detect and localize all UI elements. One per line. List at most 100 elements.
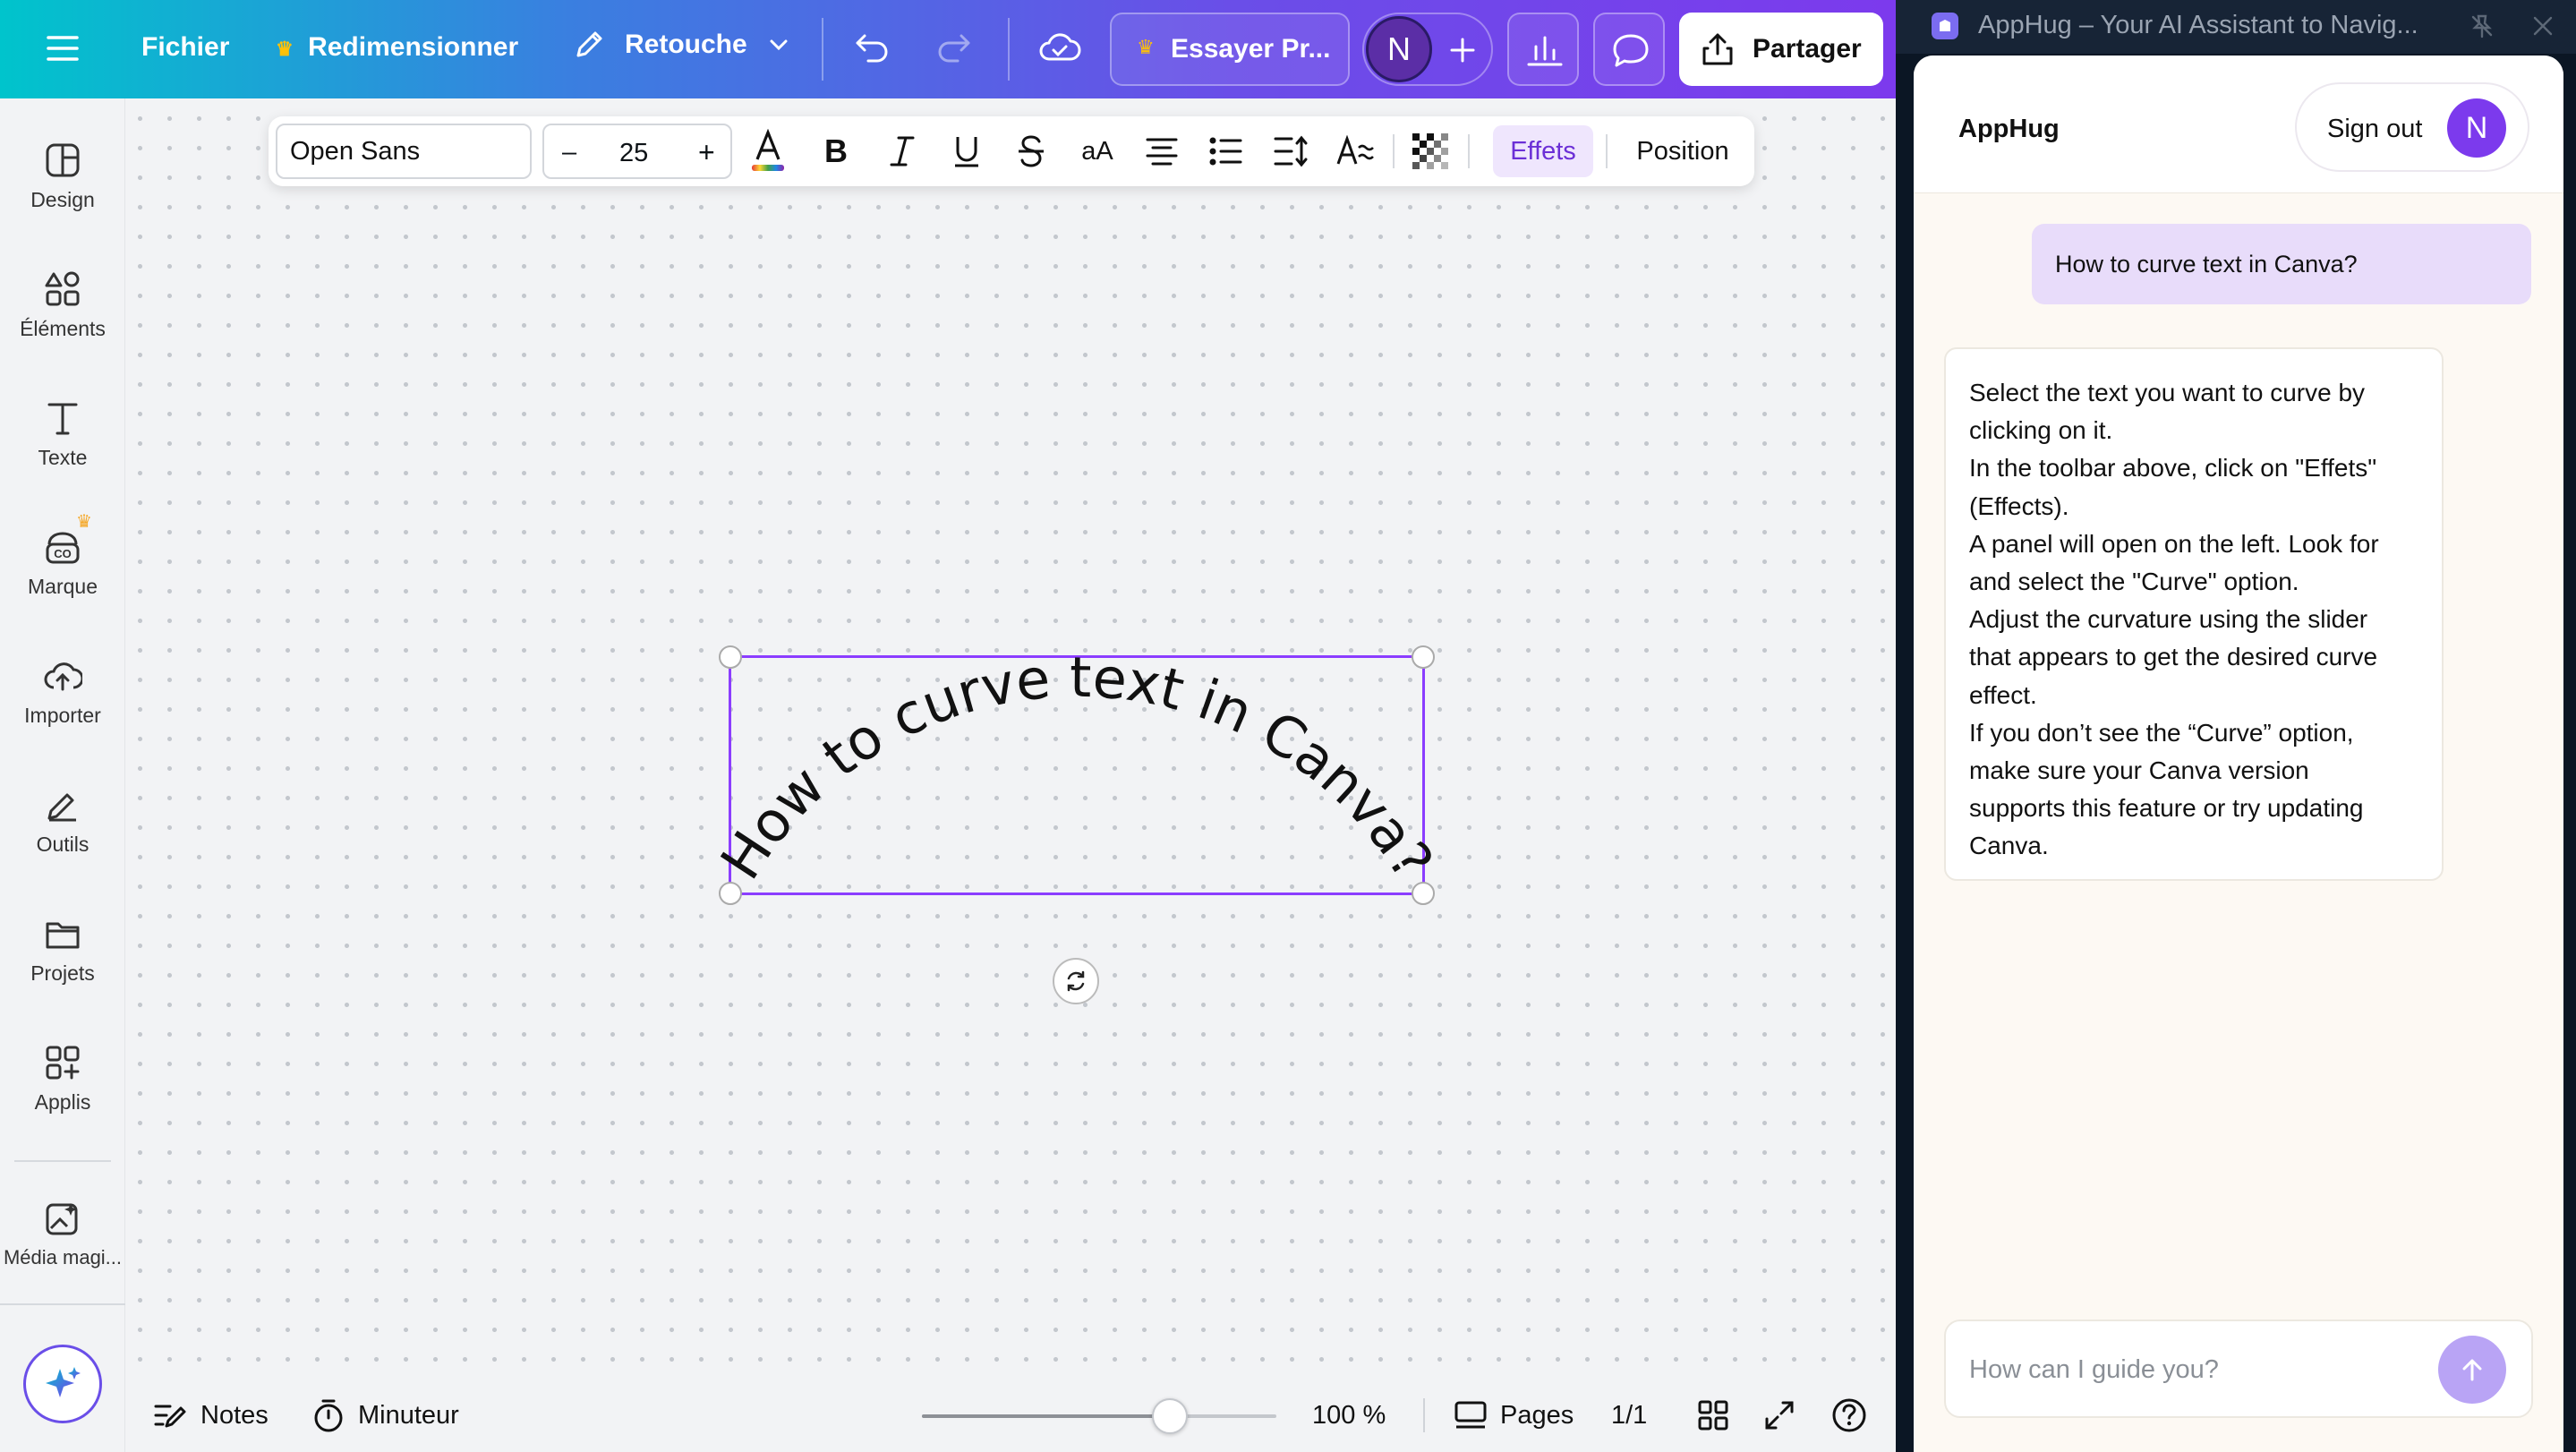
effects-button[interactable]: Effets	[1493, 125, 1593, 177]
try-pro-label: Essayer Pr...	[1171, 34, 1331, 64]
fullscreen-button[interactable]	[1763, 1379, 1796, 1452]
rotate-handle[interactable]	[1053, 958, 1099, 1004]
zoom-level[interactable]: 100 %	[1312, 1379, 1386, 1452]
sidebar-item-label: Éléments	[20, 317, 106, 340]
curved-text: How to curve text in Canva?	[708, 645, 1446, 891]
pages-label: Pages	[1500, 1400, 1574, 1430]
reply-line: (Effects).	[1969, 491, 2069, 520]
file-menu-button[interactable]: Fichier	[141, 32, 229, 63]
pin-icon[interactable]	[2469, 13, 2495, 39]
redo-icon[interactable]	[934, 30, 974, 66]
chevron-down-icon	[767, 33, 790, 56]
resize-handle[interactable]	[719, 882, 742, 905]
sidebar-item-magic-media[interactable]: Média magi...	[0, 1200, 125, 1269]
position-label: Position	[1636, 136, 1729, 166]
toolbar-divider	[1008, 18, 1010, 81]
reply-line: If you don’t see the “Curve” option,	[1969, 718, 2354, 747]
bold-icon: B	[824, 132, 848, 169]
strikethrough-button[interactable]	[1006, 116, 1056, 186]
increase-font-size-button[interactable]: +	[698, 136, 715, 169]
comments-button[interactable]	[1593, 13, 1665, 86]
list-button[interactable]	[1199, 116, 1253, 186]
share-button[interactable]: Partager	[1679, 13, 1883, 86]
sidebar-item-design[interactable]: Design	[0, 141, 125, 212]
bold-button[interactable]: B	[811, 116, 861, 186]
sidebar-item-label: Projets	[30, 961, 95, 985]
sidebar-item-projects[interactable]: Projets	[0, 915, 125, 986]
send-button[interactable]	[2438, 1336, 2506, 1404]
elements-icon	[0, 270, 125, 308]
chat-input[interactable]	[1969, 1345, 2417, 1395]
underline-icon	[955, 137, 978, 167]
avatar-letter: N	[2465, 110, 2488, 145]
resize-handle[interactable]	[719, 645, 742, 669]
transparency-icon	[1412, 133, 1448, 169]
magic-media-icon	[0, 1200, 125, 1237]
close-window-icon[interactable]	[2529, 13, 2556, 39]
notes-label: Notes	[200, 1400, 269, 1430]
help-button[interactable]	[1831, 1379, 1867, 1452]
edit-menu-button[interactable]: Retouche	[571, 27, 790, 63]
add-collaborator-icon[interactable]	[1446, 34, 1479, 66]
sidebar-item-apps[interactable]: Applis	[0, 1044, 125, 1115]
curved-text-element[interactable]: How to curve text in Canva?	[708, 645, 1446, 905]
insights-button[interactable]	[1507, 13, 1579, 86]
font-family-dropdown[interactable]: Open Sans	[276, 124, 532, 179]
align-center-icon	[1146, 138, 1178, 166]
letter-case-label: aA	[1081, 136, 1113, 166]
sign-out-button[interactable]: Sign out N	[2295, 82, 2529, 172]
folder-icon	[0, 915, 125, 952]
page-count: 1/1	[1611, 1400, 1648, 1430]
sidebar-item-tools[interactable]: Outils	[0, 786, 125, 857]
resize-button[interactable]: ♛ Redimensionner	[276, 32, 518, 63]
curved-text-svg: How to curve text in Canva?	[708, 645, 1446, 891]
resize-handle[interactable]	[1412, 645, 1435, 669]
user-avatar[interactable]: N	[1366, 16, 1432, 82]
grid-view-button[interactable]	[1697, 1379, 1729, 1452]
italic-button[interactable]	[877, 116, 927, 186]
timer-button[interactable]: Minuteur	[311, 1379, 459, 1452]
letter-case-button[interactable]: aA	[1069, 116, 1126, 186]
zoom-slider-thumb[interactable]	[1152, 1398, 1189, 1434]
transparency-button[interactable]	[1403, 116, 1457, 186]
sidebar-item-label: Importer	[24, 704, 101, 727]
rotate-icon	[1063, 969, 1088, 994]
reply-line: that appears to get the desired curve	[1969, 643, 2378, 671]
sidebar-item-upload[interactable]: Importer	[0, 657, 125, 728]
avatar-letter: N	[1387, 30, 1411, 67]
position-button[interactable]: Position	[1620, 116, 1745, 186]
zoom-slider[interactable]	[922, 1398, 1276, 1434]
user-message-bubble: How to curve text in Canva?	[2032, 224, 2531, 304]
chat-input-container	[1944, 1320, 2533, 1418]
sidebar-item-text[interactable]: Texte	[0, 399, 125, 470]
sidebar-item-label: Texte	[38, 446, 88, 469]
reply-line: effect.	[1969, 680, 2037, 709]
design-canvas[interactable]: How to curve text in Canva?	[125, 98, 1896, 1379]
design-icon	[0, 141, 125, 179]
pages-button[interactable]: Pages	[1454, 1379, 1574, 1452]
underline-button[interactable]	[942, 116, 992, 186]
pages-icon	[1454, 1399, 1488, 1431]
magic-assistant-button[interactable]	[23, 1345, 102, 1423]
sidebar-item-elements[interactable]: Éléments	[0, 270, 125, 341]
undo-icon[interactable]	[852, 30, 891, 66]
text-styles-button[interactable]	[1328, 116, 1382, 186]
align-button[interactable]	[1135, 116, 1189, 186]
text-color-button[interactable]	[743, 116, 793, 186]
cloud-save-icon[interactable]	[1038, 29, 1081, 68]
reply-line: clicking on it.	[1969, 416, 2113, 445]
toolbar-divider	[1393, 134, 1395, 168]
resize-handle[interactable]	[1412, 882, 1435, 905]
spacing-button[interactable]	[1264, 116, 1318, 186]
decrease-font-size-button[interactable]: –	[562, 138, 576, 167]
sidebar-item-brand[interactable]: CO ♛ Marque	[0, 512, 125, 599]
text-toolbar: Open Sans – 25 + B aA Effets Position	[269, 116, 1754, 186]
crown-icon: ♛	[276, 38, 294, 60]
notes-button[interactable]: Notes	[152, 1379, 269, 1452]
hamburger-menu-icon[interactable]	[45, 32, 81, 64]
try-pro-button[interactable]: ♛ Essayer Pr...	[1110, 13, 1350, 86]
font-size-value[interactable]: 25	[619, 139, 648, 168]
grid-icon	[1697, 1399, 1729, 1431]
toolbar-divider	[1423, 1398, 1425, 1432]
toolbar-divider	[822, 18, 823, 81]
